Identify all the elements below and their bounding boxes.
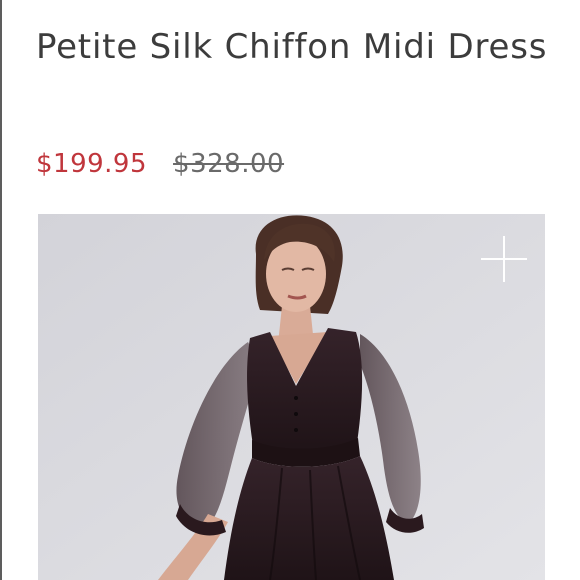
plus-icon[interactable]	[481, 236, 527, 282]
price-row: $199.95 $328.00	[36, 144, 284, 184]
product-title: Petite Silk Chiffon Midi Dress	[36, 27, 548, 67]
product-page: Petite Silk Chiffon Midi Dress $199.95 $…	[0, 0, 580, 580]
original-price: $328.00	[173, 149, 285, 179]
product-photo-illustration	[38, 214, 545, 580]
product-image[interactable]	[38, 214, 545, 580]
left-border	[0, 0, 2, 580]
sale-price: $199.95	[36, 149, 148, 179]
